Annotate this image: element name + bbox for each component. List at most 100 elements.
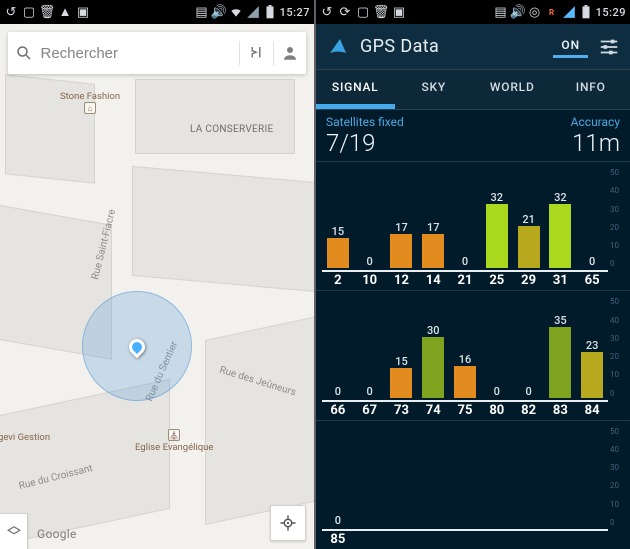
satellite-id: 83: [544, 402, 576, 420]
satellite-id-strip: 21012142125293165: [322, 270, 608, 290]
bar-value: 0: [494, 385, 500, 398]
layers-button[interactable]: [0, 513, 28, 549]
bar-fill: [549, 204, 571, 268]
bar-value: 17: [427, 221, 440, 234]
bar-fill: [518, 226, 540, 268]
statusbar-right-icons: ▤ 🔊 15:27: [195, 5, 310, 19]
satellite-id: 84: [576, 402, 608, 420]
satellite-bar: [544, 427, 576, 527]
bar-value: 0: [462, 255, 468, 268]
statusbar-left-icons: ↺ ▢ 🗑 ▲ ▣: [4, 5, 195, 19]
tab-sky[interactable]: SKY: [395, 70, 474, 109]
satellite-bar: [576, 427, 608, 527]
tab-bar: SIGNAL SKY WORLD INFO: [316, 70, 630, 110]
statusbar-left: ↺ ▢ 🗑 ▲ ▣ ▤ 🔊 15:27: [0, 0, 314, 24]
volume-icon: 🔊: [511, 5, 525, 19]
trash-icon: 🗑: [40, 5, 54, 19]
roaming-icon: R: [545, 5, 559, 19]
bar-value: 0: [367, 255, 373, 268]
satellite-id: 73: [386, 402, 418, 420]
signal-icon: [246, 5, 260, 19]
directions-button[interactable]: [240, 44, 272, 62]
satellite-bar: 0: [322, 297, 354, 397]
vibrate-icon: ▤: [195, 5, 209, 19]
poi-stone-fashion: Stone Fashion ⌂: [60, 91, 120, 115]
maps-viewport[interactable]: Stone Fashion ⌂ LA CONSERVERIE Rue Saint…: [0, 24, 314, 549]
snr-scale: 01020304050: [610, 168, 628, 268]
satellite-bar: 0: [354, 168, 386, 268]
satellite-bar: 35: [544, 297, 576, 397]
satellites-fixed-value: 7/19: [326, 129, 375, 157]
satellite-id: 12: [386, 272, 418, 290]
tab-signal[interactable]: SIGNAL: [316, 70, 395, 109]
bars-container: 150171703221320: [322, 168, 608, 268]
satellite-id: 67: [354, 402, 386, 420]
satellite-id: 80: [481, 402, 513, 420]
search-icon: [8, 44, 40, 62]
bar-fill: [390, 368, 412, 398]
my-location-button[interactable]: [270, 505, 306, 541]
poi-gevi: gevi Gestion: [0, 432, 50, 443]
bar-fill: [581, 352, 603, 398]
satellite-bar: [386, 427, 418, 527]
satellite-bar: 21: [513, 168, 545, 268]
satellite-bar: 0: [481, 297, 513, 397]
tab-world[interactable]: WORLD: [473, 70, 552, 109]
satellite-bar: 30: [417, 297, 449, 397]
satellite-id: [354, 531, 386, 549]
gps-toggle[interactable]: ON: [553, 35, 588, 58]
summary-values: 7/19 11m: [316, 129, 630, 161]
bar-fill: [549, 327, 571, 397]
satellite-bar: 15: [386, 297, 418, 397]
map-canvas[interactable]: Stone Fashion ⌂ LA CONSERVERIE Rue Saint…: [0, 24, 314, 549]
clock: 15:29: [596, 6, 626, 19]
satellite-bar-row: 0102030405015017170322132021012142125293…: [316, 161, 630, 290]
loop-icon: ↺: [320, 5, 334, 19]
vibrate-icon: ▤: [494, 5, 508, 19]
settings-slider-icon[interactable]: [598, 36, 620, 58]
signal-icon: [562, 5, 576, 19]
satellite-id: 75: [449, 402, 481, 420]
tab-info[interactable]: INFO: [552, 70, 630, 109]
bar-value: 30: [427, 324, 440, 337]
satellite-bar: 0: [449, 168, 481, 268]
bar-value: 32: [554, 191, 567, 204]
satellite-id-strip: 85: [322, 529, 608, 549]
clock: 15:27: [280, 6, 310, 19]
satellite-bar: 32: [481, 168, 513, 268]
profile-button[interactable]: [274, 44, 306, 62]
app-logo-icon: [326, 35, 350, 59]
satellite-id: 21: [449, 272, 481, 290]
shop-icon: ⌂: [84, 102, 96, 114]
accuracy-label: Accuracy: [571, 115, 620, 129]
bar-value: 0: [335, 385, 341, 398]
satellite-id: 29: [513, 272, 545, 290]
satellite-id: [417, 531, 449, 549]
picture-icon: ▣: [392, 5, 406, 19]
satellite-bar: 17: [386, 168, 418, 268]
satellite-bar: [481, 427, 513, 527]
battery-icon: [263, 5, 277, 19]
satellite-bar: [513, 427, 545, 527]
bar-fill: [486, 204, 508, 268]
satellite-bar: 17: [417, 168, 449, 268]
statusbar-left-icons: ↺ ⟳ ▢ 🗑 ▣: [320, 5, 494, 19]
search-bar[interactable]: [8, 32, 306, 74]
bar-fill: [327, 238, 349, 268]
bar-value: 17: [395, 221, 408, 234]
bar-value: 32: [491, 191, 504, 204]
bar-value: 0: [525, 385, 531, 398]
app-header: GPS Data ON: [316, 24, 630, 70]
satellite-id: [576, 531, 608, 549]
satellite-bar: 16: [449, 297, 481, 397]
gpsdata-app: GPS Data ON SIGNAL SKY WORLD INFO Satell…: [316, 24, 630, 549]
satellite-bar: 15: [322, 168, 354, 268]
satellite-id-strip: 666773747580828384: [322, 400, 608, 420]
bar-fill: [422, 234, 444, 268]
bar-value: 16: [459, 353, 472, 366]
bar-value: 15: [332, 225, 345, 238]
satellite-id: 66: [322, 402, 354, 420]
search-input[interactable]: [40, 45, 239, 62]
bar-value: 0: [335, 514, 341, 527]
gps-icon: ◎: [528, 5, 542, 19]
